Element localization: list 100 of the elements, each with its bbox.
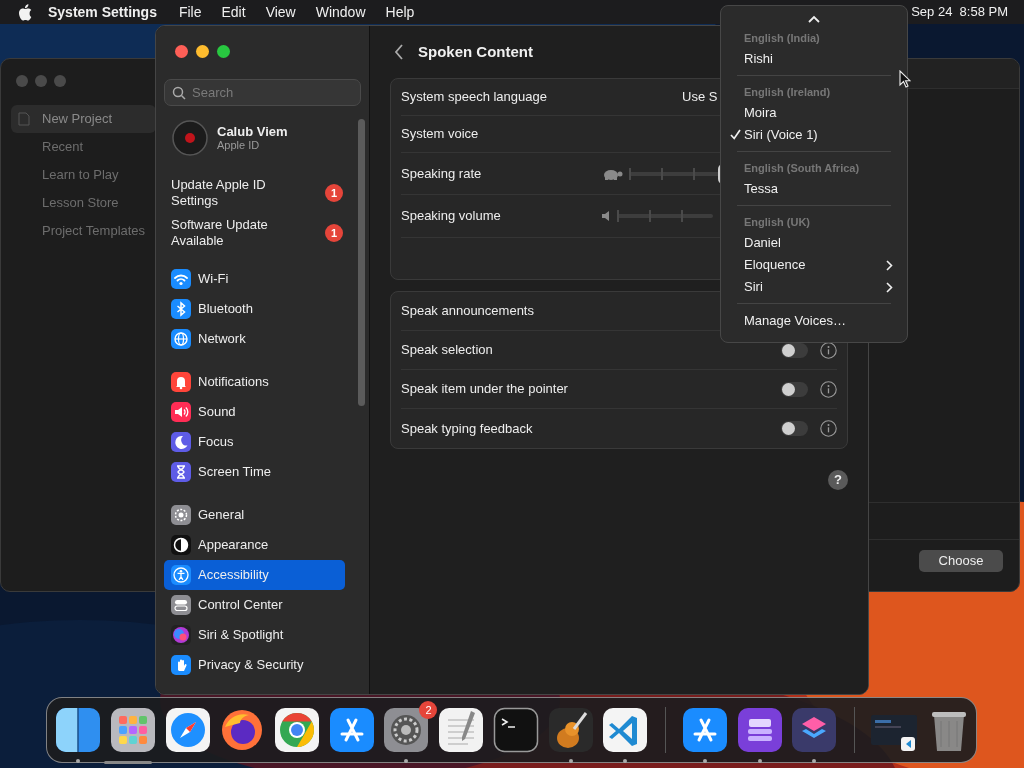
chevron-right-icon bbox=[886, 281, 893, 293]
info-icon[interactable] bbox=[820, 420, 837, 437]
checkmark-icon bbox=[730, 129, 741, 140]
a-shape-icon[interactable] bbox=[328, 707, 375, 753]
app-grid-icon[interactable] bbox=[110, 707, 157, 753]
globe-icon bbox=[171, 329, 191, 349]
menu-item[interactable]: Daniel bbox=[727, 232, 901, 254]
menu-section-header: English (South Africa) bbox=[743, 160, 861, 176]
drive-icon[interactable] bbox=[736, 707, 783, 753]
sidebar-item[interactable]: Privacy & Security bbox=[164, 650, 345, 680]
sidebar-item[interactable]: Accessibility bbox=[164, 560, 345, 590]
setting-label: Speak typing feedback bbox=[401, 419, 533, 438]
sidebar-item[interactable]: Wi-Fi bbox=[164, 264, 345, 294]
accessibility-icon bbox=[171, 565, 191, 585]
setting-label: Speak selection bbox=[401, 341, 493, 360]
contrast-icon bbox=[171, 535, 191, 555]
tick-mark bbox=[649, 210, 651, 222]
window-control[interactable] bbox=[196, 45, 209, 58]
menu-section-header: English (India) bbox=[743, 30, 821, 46]
apple-logo-icon[interactable] bbox=[18, 3, 32, 21]
menu-section-header: English (UK) bbox=[743, 214, 811, 230]
tick-mark bbox=[629, 167, 631, 180]
account-subtitle: Apple ID bbox=[217, 139, 261, 152]
setting-label: System speech language bbox=[401, 88, 547, 107]
menu-item[interactable]: Siri (Voice 1) bbox=[727, 124, 901, 146]
menu-item[interactable]: Eloquence bbox=[727, 254, 901, 276]
layers-icon[interactable] bbox=[791, 707, 838, 753]
a-shape-icon[interactable] bbox=[681, 707, 728, 753]
chevron-up-icon[interactable] bbox=[808, 15, 820, 23]
account-name[interactable]: Calub Viem bbox=[217, 124, 288, 139]
menu-item[interactable]: Moira bbox=[727, 102, 901, 124]
turtle-icon bbox=[601, 167, 623, 180]
toggle-switch[interactable] bbox=[781, 421, 808, 436]
menu-item[interactable]: System Settings bbox=[32, 1, 169, 23]
compass-icon[interactable] bbox=[164, 707, 211, 753]
wifi-icon bbox=[171, 269, 191, 289]
orb-icon bbox=[171, 625, 191, 645]
scrollbar[interactable] bbox=[358, 119, 365, 406]
info-icon[interactable] bbox=[820, 341, 837, 359]
sidebar-item[interactable]: New Project bbox=[11, 105, 156, 133]
toggle-switch[interactable] bbox=[781, 381, 808, 397]
sidebar-item[interactable]: Screen Time bbox=[164, 457, 345, 487]
gear-icon[interactable] bbox=[383, 707, 430, 753]
speaker-icon bbox=[601, 210, 611, 222]
window-control[interactable] bbox=[175, 45, 188, 58]
code-icon[interactable] bbox=[602, 707, 649, 753]
menu-item[interactable]: Siri bbox=[727, 276, 901, 298]
sidebar-item[interactable]: Siri & Spotlight bbox=[164, 620, 345, 650]
help-button[interactable]: ? bbox=[828, 470, 848, 490]
split-square-icon[interactable] bbox=[55, 707, 102, 753]
menu-item[interactable]: Help bbox=[375, 1, 425, 23]
info-icon[interactable] bbox=[820, 380, 837, 398]
toggles-icon bbox=[171, 595, 191, 615]
menu-item[interactable]: Tessa bbox=[727, 178, 901, 200]
tick-mark bbox=[661, 167, 663, 180]
menu-section-header: English (Ireland) bbox=[743, 84, 832, 100]
sidebar-item[interactable]: Notifications bbox=[164, 367, 345, 397]
sidebar-item[interactable]: Sound bbox=[164, 397, 345, 427]
count-badge: 1 bbox=[325, 224, 343, 242]
tick-mark bbox=[681, 210, 683, 222]
sidebar-item[interactable]: General bbox=[164, 500, 345, 530]
window-control[interactable] bbox=[217, 45, 230, 58]
count-badge: 1 bbox=[325, 184, 343, 202]
search-field[interactable]: Search bbox=[164, 79, 361, 106]
alert-link[interactable]: Update Apple ID Settings bbox=[171, 177, 299, 209]
menu-item[interactable]: Edit bbox=[211, 1, 256, 23]
terminal-icon[interactable] bbox=[492, 707, 539, 753]
sidebar-item[interactable]: Focus bbox=[164, 427, 345, 457]
setting-label: Speak item under the pointer bbox=[401, 380, 568, 399]
sidebar-item[interactable]: Appearance bbox=[164, 530, 345, 560]
menu-item[interactable]: View bbox=[255, 1, 306, 23]
alert-link[interactable]: Software Update Available bbox=[171, 217, 299, 249]
hand-icon bbox=[171, 655, 191, 675]
bell-icon bbox=[171, 372, 191, 392]
hourglass-icon bbox=[171, 462, 191, 482]
sidebar-item[interactable]: Bluetooth bbox=[164, 294, 345, 324]
gear-icon bbox=[171, 505, 191, 525]
sidebar-item[interactable]: Network bbox=[164, 324, 345, 354]
setting-label: Speaking rate bbox=[401, 164, 482, 183]
menu-item[interactable]: Rishi bbox=[727, 48, 901, 70]
speaker-icon bbox=[171, 402, 191, 422]
menu-item[interactable]: Window bbox=[305, 1, 376, 23]
document-icon bbox=[18, 112, 30, 126]
notepad-icon[interactable] bbox=[438, 707, 485, 753]
bluetooth-icon bbox=[171, 299, 191, 319]
clock[interactable]: Sep 24 8:58 PM bbox=[911, 2, 1024, 22]
tick-mark bbox=[693, 167, 695, 180]
sidebar-item[interactable]: Control Center bbox=[164, 590, 345, 620]
menu-item[interactable]: File bbox=[168, 1, 212, 23]
ring-icon[interactable] bbox=[274, 707, 321, 753]
setting-label: System voice bbox=[401, 125, 479, 144]
back-icon[interactable] bbox=[394, 44, 404, 60]
setting-label: Speaking volume bbox=[401, 207, 501, 226]
count-badge: 2 bbox=[419, 701, 438, 719]
scroll-indicator bbox=[104, 761, 153, 764]
choose-button[interactable]: Choose bbox=[919, 550, 1003, 572]
avatar-icon[interactable] bbox=[172, 120, 208, 156]
chevron-right-icon bbox=[886, 259, 893, 271]
menu-item[interactable]: Manage Voices… bbox=[727, 310, 901, 332]
guitar-icon[interactable] bbox=[547, 707, 594, 753]
